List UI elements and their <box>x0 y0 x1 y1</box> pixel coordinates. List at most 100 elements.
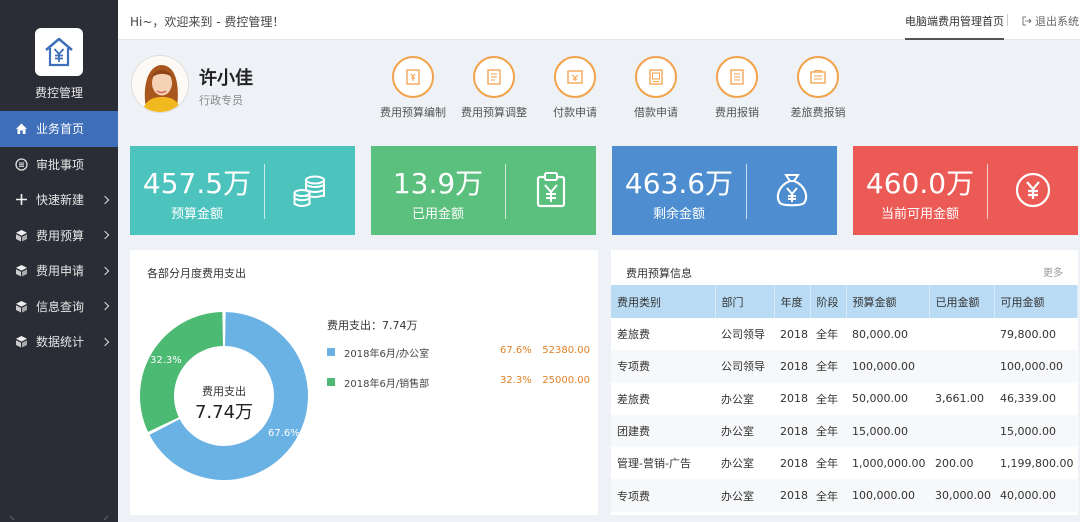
table-cell: 办公室 <box>715 414 774 448</box>
sidebar-item-approvals[interactable]: 审批事项 <box>0 147 118 183</box>
stat-card-available[interactable]: 460.0万 当前可用金额 <box>853 146 1078 235</box>
stat-label: 当前可用金额 <box>880 207 959 222</box>
column-header[interactable]: 可用金额 <box>994 285 1078 318</box>
shortcut-label: 付款申请 <box>553 106 597 119</box>
collapse-arrows-icon[interactable] <box>0 508 118 522</box>
sidebar: 费控管理 业务首页 审批事项 快速新建 费用预算 费用申请 信息查询 数据统计 <box>0 0 118 522</box>
shortcut-budget-adjust[interactable]: 费用预算调整 <box>452 56 536 120</box>
shortcut-label: 差旅费报销 <box>790 106 846 119</box>
table-cell: 公司领导 <box>715 318 774 351</box>
sidebar-item-query[interactable]: 信息查询 <box>0 289 118 325</box>
table-cell: 办公室 <box>715 447 774 480</box>
table-cell: 2018 <box>774 382 810 415</box>
column-header[interactable]: 部门 <box>715 285 775 318</box>
table-cell: 全年 <box>810 447 846 480</box>
legend-item[interactable]: 2018年6月/销售部 32.3% 25000.00 <box>327 375 592 390</box>
sidebar-item-quick-create[interactable]: 快速新建 <box>0 182 118 218</box>
stat-value: 463.6万 <box>624 167 734 200</box>
reimburse-icon <box>716 56 758 98</box>
sidebar-item-label: 审批事项 <box>36 157 85 172</box>
table-cell: 差旅费 <box>611 318 715 351</box>
column-header[interactable]: 已用金额 <box>929 285 995 318</box>
table-cell <box>929 414 994 448</box>
donut-slice-label-sales: 32.3% <box>150 355 182 366</box>
money-bag-icon <box>772 170 812 210</box>
divider <box>987 164 988 219</box>
legend-percent: 32.3% <box>500 375 532 386</box>
loan-icon <box>635 56 677 98</box>
stat-label: 预算金额 <box>170 207 223 222</box>
stat-card-budget[interactable]: 457.5万 预算金额 <box>130 146 355 235</box>
sidebar-item-home[interactable]: 业务首页 <box>0 111 118 147</box>
table-cell: 公司领导 <box>715 350 774 383</box>
legend-item[interactable]: 2018年6月/办公室 67.6% 52380.00 <box>327 345 592 360</box>
table-cell: 2018 <box>774 414 810 448</box>
shortcut-budget-edit[interactable]: 费用预算编制 <box>371 56 455 120</box>
table-row[interactable]: 团建费 办公室 2018 全年 15,000.00 15,000.00 <box>611 414 1077 448</box>
donut-center-label: 费用支出 <box>202 385 246 398</box>
table-row[interactable]: 差旅费 公司领导 2018 全年 80,000.00 79,800.00 <box>611 318 1077 351</box>
table-cell <box>929 318 994 351</box>
table-cell: 100,000.00 <box>994 350 1077 383</box>
greeting-text: Hi~，欢迎来到 - 费控管理！ <box>130 15 285 29</box>
table-cell: 40,000.00 <box>994 479 1077 512</box>
donut-slice-label-office: 67.6% <box>268 428 300 439</box>
column-header[interactable]: 阶段 <box>810 285 847 318</box>
table-row[interactable]: 管理-营销-广告 办公室 2018 全年 1,000,000.00 200.00… <box>611 447 1077 480</box>
table-cell: 2018 <box>774 479 810 512</box>
table-cell: 100,000.00 <box>846 479 929 512</box>
table-cell: 全年 <box>810 350 846 383</box>
avatar[interactable] <box>131 55 189 113</box>
budget-panel-title: 费用预算信息 <box>626 267 692 280</box>
legend-swatch <box>327 378 335 386</box>
chevron-right-icon <box>100 302 110 311</box>
divider <box>1007 14 1008 26</box>
stat-card-used[interactable]: 13.9万 已用金额 <box>371 146 596 235</box>
app-logo <box>35 28 83 76</box>
expense-panel-title: 各部分月度费用支出 <box>147 267 246 280</box>
table-row[interactable]: 专项费 公司领导 2018 全年 100,000.00 100,000.00 <box>611 350 1077 383</box>
stat-label: 已用金额 <box>411 207 464 222</box>
sidebar-item-budget[interactable]: 费用预算 <box>0 218 118 254</box>
sidebar-item-application[interactable]: 费用申请 <box>0 253 118 289</box>
shortcut-loan[interactable]: 借款申请 <box>614 56 698 120</box>
legend-name: 2018年6月/办公室 <box>344 349 430 360</box>
shortcut-payment[interactable]: 付款申请 <box>533 56 617 120</box>
travel-reimburse-icon <box>797 56 839 98</box>
stat-value: 460.0万 <box>865 167 975 200</box>
sidebar-item-label: 费用申请 <box>36 264 85 279</box>
shortcut-reimburse[interactable]: 费用报销 <box>695 56 779 120</box>
table-cell: 3,661.00 <box>929 382 994 415</box>
shortcut-travel-reimburse[interactable]: 差旅费报销 <box>776 56 860 120</box>
budget-adjust-icon <box>473 56 515 98</box>
home-icon <box>14 122 28 136</box>
budget-edit-icon <box>392 56 434 98</box>
table-row[interactable]: 专项费 办公室 2018 全年 100,000.00 30,000.00 40,… <box>611 479 1077 512</box>
yen-circle-icon <box>1013 170 1053 210</box>
column-header[interactable]: 预算金额 <box>846 285 930 318</box>
stat-value: 457.5万 <box>142 167 252 200</box>
shortcut-label: 费用预算调整 <box>461 106 527 119</box>
table-cell: 1,000,000.00 <box>846 447 929 480</box>
stat-card-remaining[interactable]: 463.6万 剩余金额 <box>612 146 837 235</box>
home-tab-link[interactable]: 电脑端费用管理首页 <box>905 13 1004 40</box>
sidebar-item-label: 费用预算 <box>36 228 85 243</box>
cube-icon <box>14 299 28 313</box>
table-cell: 2018 <box>774 318 810 351</box>
table-row[interactable]: 差旅费 办公室 2018 全年 50,000.00 3,661.00 46,33… <box>611 382 1077 415</box>
more-link[interactable]: 更多 <box>1043 264 1063 279</box>
sidebar-item-label: 业务首页 <box>36 122 85 137</box>
table-cell: 专项费 <box>611 350 715 383</box>
donut-center-value: 7.74万 <box>194 402 254 423</box>
app-title: 费控管理 <box>34 86 83 100</box>
logout-button[interactable]: 退出系统 <box>1022 13 1079 29</box>
column-header[interactable]: 费用类别 <box>611 285 716 318</box>
table-header-row: 费用类别 部门 年度 阶段 预算金额 已用金额 可用金额 <box>611 285 1078 318</box>
table-cell: 1,199,800.00 <box>994 447 1077 480</box>
cube-icon <box>14 335 28 349</box>
user-avatar-image <box>132 56 188 112</box>
sidebar-item-statistics[interactable]: 数据统计 <box>0 324 118 360</box>
payment-icon <box>554 56 596 98</box>
table-cell: 团建费 <box>611 414 715 448</box>
column-header[interactable]: 年度 <box>774 285 811 318</box>
